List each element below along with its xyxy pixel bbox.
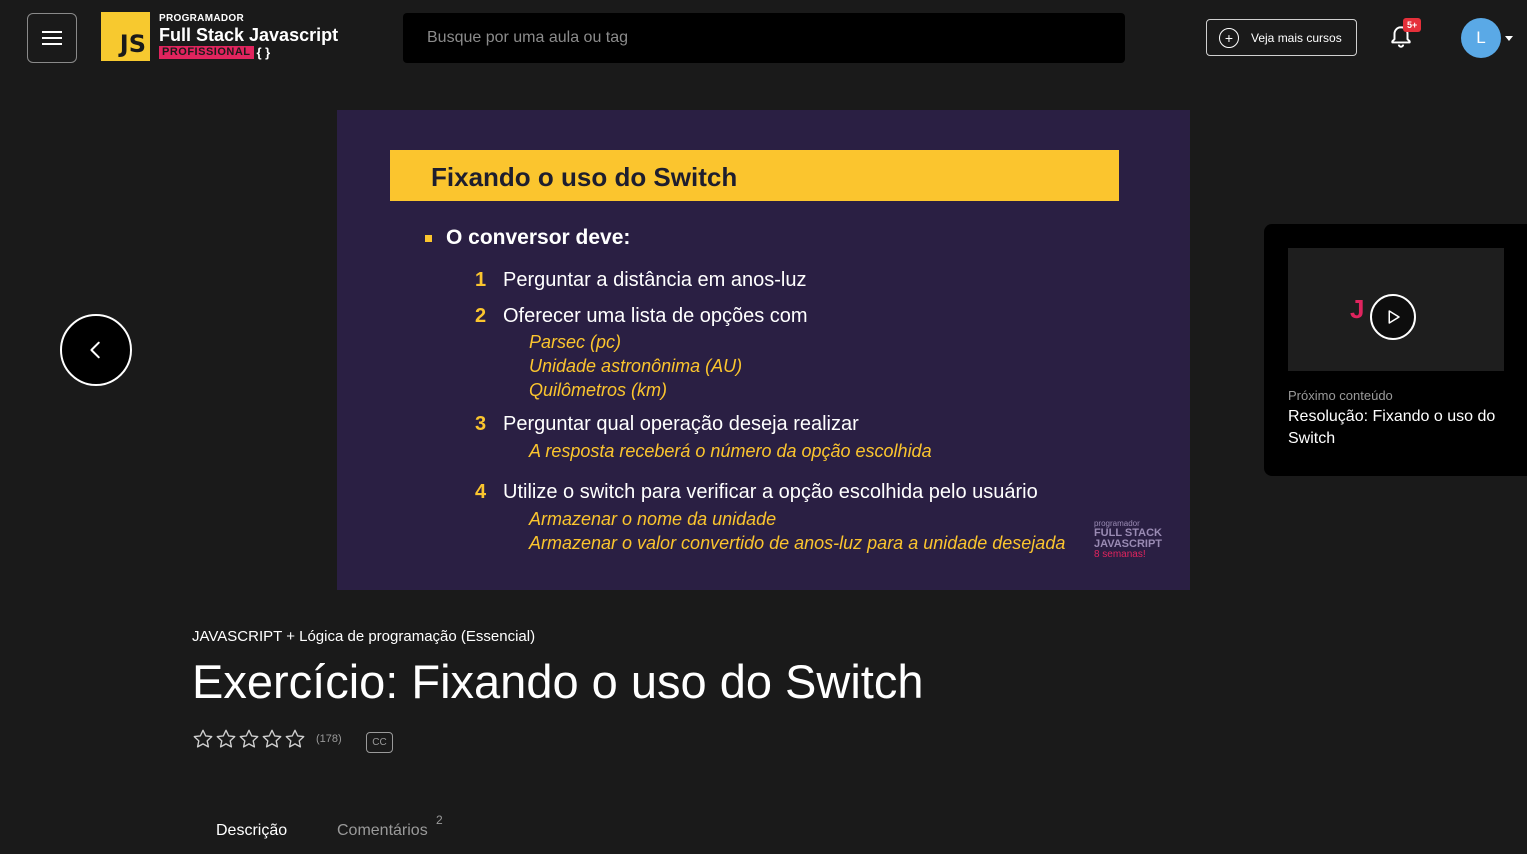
- tab-comments[interactable]: Comentários: [337, 822, 428, 840]
- slide-subitem: Unidade astronônima (AU): [529, 356, 743, 376]
- logo-badge: PROFISSIONAL: [159, 45, 254, 59]
- slide-item-text: Utilize o switch para verificar a opção …: [503, 481, 1038, 503]
- slide-subitem: A resposta receberá o número da opção es…: [529, 441, 932, 461]
- avatar[interactable]: L: [1461, 18, 1501, 58]
- star-icon[interactable]: [261, 728, 283, 750]
- slide-bullet-text: O conversor deve:: [446, 226, 631, 249]
- slide-item-4: 4 Utilize o switch para verificar a opção…: [475, 481, 1038, 504]
- previous-lesson-button[interactable]: [60, 314, 132, 386]
- bullet-square-icon: [425, 234, 432, 242]
- comments-count: 2: [436, 813, 443, 827]
- slide-item-number: 2: [475, 305, 487, 327]
- logo-js-mark: JS: [101, 11, 150, 61]
- slide-item-number: 3: [475, 413, 487, 435]
- more-courses-button[interactable]: + Veja mais cursos: [1206, 19, 1357, 56]
- page: JS PROGRAMADOR Full Stack Javascript PRO…: [0, 0, 1527, 854]
- thumbnail-logo: J: [1350, 294, 1365, 324]
- closed-captions-badge: CC: [366, 732, 393, 753]
- slide-watermark: programador FULL STACK JAVASCRIPT 8 sema…: [1094, 520, 1162, 560]
- logo-brace: { }: [256, 44, 271, 60]
- notification-badge: 5+: [1403, 18, 1422, 32]
- rating: (178): [192, 728, 342, 750]
- course-name[interactable]: JAVASCRIPT + Lógica de programação (Esse…: [192, 628, 535, 645]
- slide-subitem: Armazenar o valor convertido de anos-luz…: [529, 533, 1066, 553]
- slide-item-number: 4: [475, 481, 487, 503]
- tab-description[interactable]: Descrição: [216, 822, 287, 840]
- logo-tagline: PROFISSIONAL { }: [159, 44, 338, 60]
- logo-text: PROGRAMADOR Full Stack Javascript PROFIS…: [159, 12, 339, 60]
- logo[interactable]: JS PROGRAMADOR Full Stack Javascript PRO…: [101, 11, 338, 61]
- chevron-left-icon: [90, 341, 100, 359]
- next-content-card[interactable]: J Próximo conteúdo Resolução: Fixando o …: [1264, 224, 1527, 476]
- slide-subitem: Armazenar o nome da unidade: [529, 509, 777, 529]
- slide-item-3: 3 Perguntar qual operação deseja realizar: [475, 413, 859, 436]
- next-content-title[interactable]: Resolução: Fixando o uso do Switch: [1288, 406, 1513, 450]
- rating-count: (178): [316, 733, 342, 745]
- slide-title-bar: Fixando o uso do Switch: [390, 150, 1119, 201]
- chevron-down-icon[interactable]: [1505, 36, 1513, 41]
- play-triangle-icon: [1388, 310, 1400, 324]
- slide-bullet: O conversor deve:: [425, 226, 630, 250]
- next-content-label: Próximo conteúdo: [1288, 388, 1393, 403]
- star-icon[interactable]: [192, 728, 214, 750]
- slide-subitem: Parsec (pc): [529, 332, 622, 352]
- menu-button[interactable]: [27, 13, 77, 63]
- lesson-title: Exercício: Fixando o uso do Switch: [192, 655, 924, 708]
- more-courses-label: Veja mais cursos: [1251, 30, 1342, 45]
- hamburger-icon: [42, 31, 62, 45]
- slide-item-1: 1 Perguntar a distância em anos-luz: [475, 269, 807, 292]
- watermark-line: 8 semanas!: [1093, 549, 1146, 560]
- video-player[interactable]: Fixando o uso do Switch O conversor deve…: [337, 110, 1190, 590]
- slide-item-text: Oferecer uma lista de opções com: [503, 305, 808, 327]
- logo-main-text: Full Stack Javascript: [159, 24, 339, 45]
- star-icon[interactable]: [238, 728, 260, 750]
- plus-circle-icon: +: [1219, 27, 1239, 48]
- slide-item-text: Perguntar a distância em anos-luz: [503, 269, 807, 291]
- slide-item-number: 1: [475, 269, 487, 291]
- star-icon[interactable]: [215, 728, 237, 750]
- slide-title: Fixando o uso do Switch: [431, 162, 738, 192]
- play-icon[interactable]: [1370, 294, 1416, 340]
- logo-small-text: PROGRAMADOR: [159, 12, 244, 24]
- star-icon[interactable]: [284, 728, 306, 750]
- slide-item-2: 2 Oferecer uma lista de opções com: [475, 305, 808, 328]
- slide-subitem: Quilômetros (km): [529, 380, 668, 400]
- search-input[interactable]: [403, 13, 1125, 63]
- next-content-thumbnail[interactable]: J: [1288, 248, 1504, 371]
- slide-item-text: Perguntar qual operação deseja realizar: [503, 413, 859, 435]
